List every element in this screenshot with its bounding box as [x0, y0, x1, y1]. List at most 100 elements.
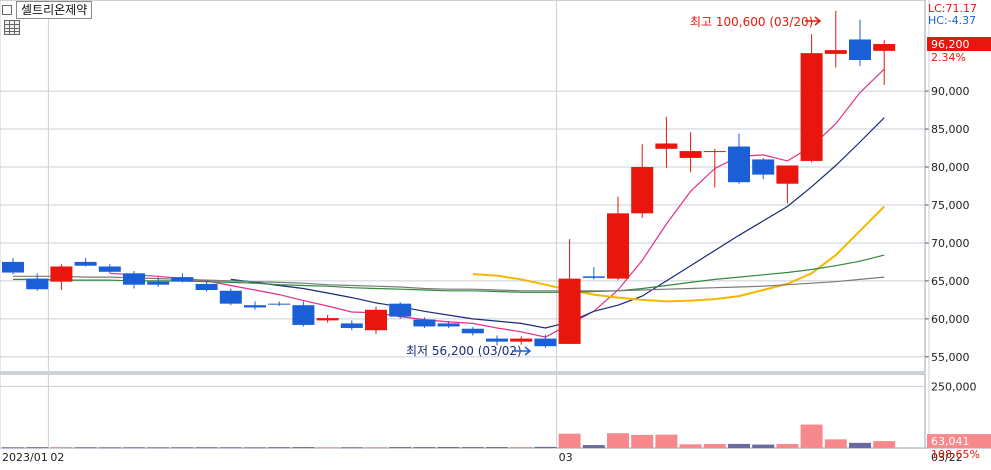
volume-bar — [703, 444, 726, 448]
candle-body — [679, 151, 702, 158]
candle-body — [2, 261, 24, 273]
price-panel — [0, 0, 926, 373]
volume-bar — [171, 447, 194, 449]
volume-pct-label: 108.65% — [931, 448, 980, 461]
candle-body — [268, 303, 291, 305]
low-annotation: 최저 56,200 (03/02) — [406, 344, 522, 358]
price-tick-label: 90,000 — [931, 85, 970, 98]
candle-body — [365, 309, 387, 331]
price-tick-label: 75,000 — [931, 199, 970, 212]
volume-panel — [0, 373, 926, 449]
candle-body — [50, 266, 73, 282]
volume-bar — [655, 434, 678, 448]
volume-bar — [824, 439, 847, 448]
candle-body — [510, 338, 533, 342]
candle-body — [195, 283, 218, 291]
candle-body — [389, 303, 412, 317]
candle-body — [292, 305, 315, 325]
candle-body — [631, 167, 654, 214]
last-volume-label: 63,041 — [931, 435, 970, 448]
date-tick-label: 2023/01 — [2, 451, 48, 464]
volume-bar — [800, 424, 823, 448]
candle-body — [123, 273, 145, 285]
volume-bar — [486, 447, 508, 449]
candle-body — [558, 278, 581, 344]
volume-bar — [2, 447, 24, 449]
candle-body — [752, 159, 775, 175]
volume-bar — [123, 447, 145, 449]
volume-bar — [389, 447, 412, 449]
volume-bar — [607, 433, 629, 448]
volume-bar — [776, 444, 799, 448]
date-tick-label: 02 — [50, 451, 64, 464]
candle-body — [873, 44, 896, 51]
volume-bar — [873, 441, 896, 448]
candle-body — [437, 323, 460, 327]
volume-bar — [631, 434, 654, 448]
candle-body — [244, 305, 266, 308]
volume-bar — [147, 447, 170, 449]
candle-body — [26, 278, 49, 290]
candle-body — [534, 338, 557, 347]
price-tick-label: 65,000 — [931, 275, 970, 288]
candle-body — [607, 213, 629, 279]
candle-body — [486, 338, 508, 342]
volume-bar — [195, 447, 218, 449]
candle-body — [74, 261, 97, 266]
volume-bar — [728, 443, 750, 448]
candle-body — [147, 281, 170, 285]
volume-bar — [849, 442, 871, 448]
candle-body — [340, 323, 363, 328]
volume-bar — [98, 447, 121, 449]
volume-bar — [534, 446, 557, 448]
candle-body — [800, 53, 823, 161]
volume-bar — [437, 447, 460, 449]
volume-bar — [365, 447, 387, 449]
volume-bar — [752, 444, 775, 448]
volume-bar — [244, 447, 266, 449]
price-tick-label: 80,000 — [931, 161, 970, 174]
candle-body — [582, 276, 605, 278]
candle-body — [461, 328, 484, 334]
last-price-label: 96,200 — [931, 38, 970, 51]
change-pct-label: 2.34% — [931, 51, 966, 64]
volume-tick-label: 250,000 — [931, 380, 977, 393]
candle-body — [219, 290, 242, 304]
price-tick-label: 85,000 — [931, 123, 970, 136]
volume-bar — [268, 447, 291, 449]
volume-bar — [510, 446, 533, 448]
volume-bar — [219, 447, 242, 449]
chart-menu-toggle[interactable] — [2, 5, 12, 15]
candle-body — [824, 50, 847, 54]
stock-name[interactable]: 셀트리온제약 — [16, 1, 93, 19]
candle-body — [413, 319, 436, 327]
candle-body — [316, 318, 339, 321]
candle-body — [728, 146, 750, 183]
candle-body — [849, 39, 871, 60]
grid-table-icon[interactable] — [4, 20, 20, 35]
date-tick-label: 03 — [559, 451, 573, 464]
price-tick-label: 60,000 — [931, 313, 970, 326]
hc-indicator: HC:-4.37 — [928, 14, 976, 27]
volume-bar — [26, 447, 49, 449]
volume-bar — [413, 447, 436, 449]
volume-bar — [340, 447, 363, 449]
price-tick-label: 55,000 — [931, 351, 970, 364]
candle-body — [171, 277, 194, 282]
candle-body — [703, 151, 726, 153]
candle-body — [655, 143, 678, 149]
candle-body — [776, 165, 799, 184]
high-annotation: 최고 100,600 (03/20) — [690, 15, 813, 29]
volume-bar — [74, 447, 97, 449]
volume-bar — [679, 444, 702, 448]
volume-bar — [582, 445, 605, 448]
volume-bar — [316, 447, 339, 449]
title-bar: 셀트리온제약 — [2, 1, 93, 19]
price-tick-label: 70,000 — [931, 237, 970, 250]
stock-chart: 55,000 60,000 65,000 70,000 75,000 80,000 85,0… — [0, 0, 991, 466]
volume-bar — [558, 433, 581, 448]
volume-bar — [292, 447, 315, 449]
chart-canvas[interactable]: 55,000 60,000 65,000 70,000 75,000 80,000 85,0… — [0, 0, 991, 466]
volume-bar — [50, 447, 73, 449]
candle-body — [98, 266, 121, 272]
